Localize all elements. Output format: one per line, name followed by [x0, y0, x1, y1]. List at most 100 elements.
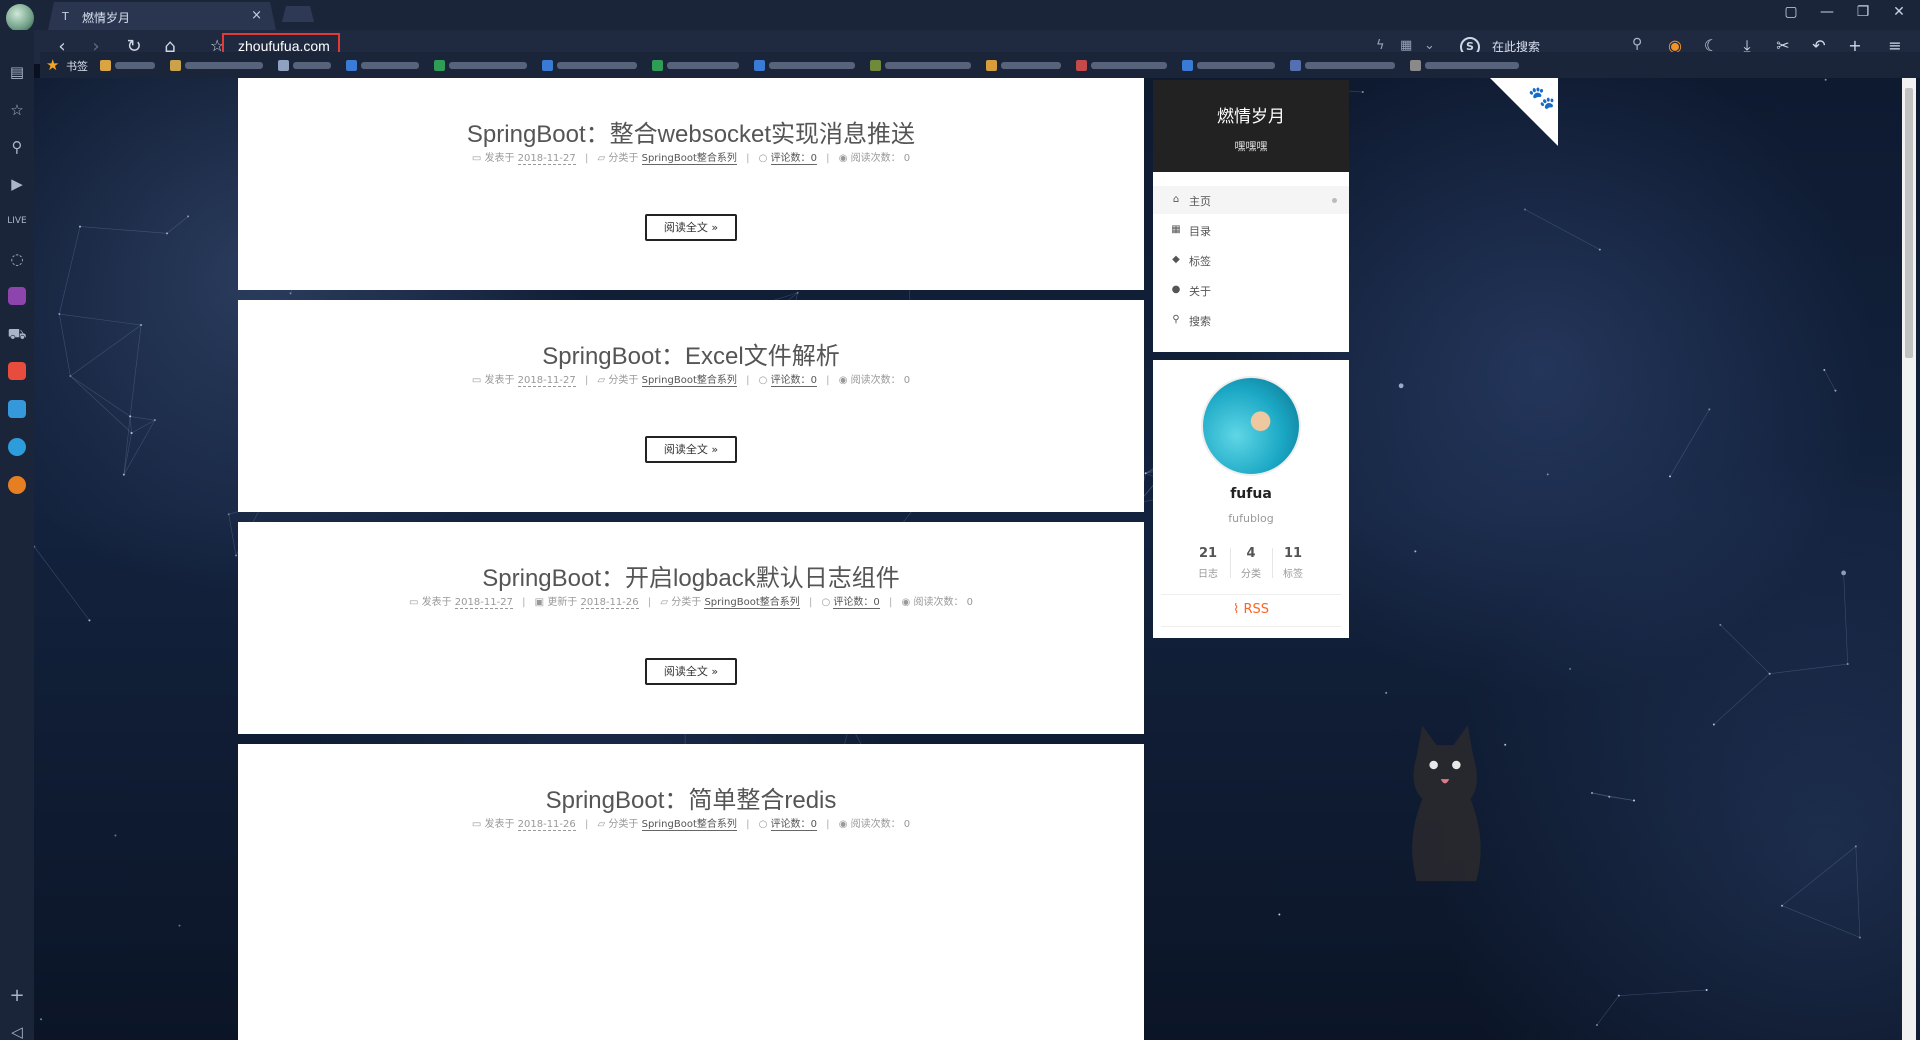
menu-item-tags[interactable]: ◆ 标签	[1153, 246, 1349, 274]
updated-label: 更新于	[547, 597, 578, 608]
category-link[interactable]: SpringBoot整合系列	[641, 375, 737, 387]
bookmark-item[interactable]	[1182, 59, 1275, 71]
posted-label: 发表于	[484, 375, 515, 386]
star-dot	[1385, 691, 1388, 694]
posted-date: 2018-11-27	[454, 597, 513, 609]
constellation-line	[1596, 995, 1620, 1026]
user-avatar[interactable]	[6, 4, 34, 32]
menu-item-about[interactable]: ● 关于	[1153, 276, 1349, 304]
constellation-line	[166, 216, 189, 234]
minimize-button[interactable]: —	[1812, 4, 1842, 20]
game-icon[interactable]	[8, 476, 26, 494]
comments-link[interactable]: 评论数：0	[770, 819, 817, 831]
stat-categories[interactable]: 4 分类	[1230, 546, 1272, 580]
views-count: 0	[966, 597, 974, 608]
post-title[interactable]: SpringBoot：整合websocket实现消息推送	[238, 114, 1144, 149]
author-name: fufua	[1230, 486, 1272, 502]
dropdown-icon[interactable]: ⌄	[1424, 38, 1435, 53]
cart-icon[interactable]: ⛟	[7, 324, 27, 344]
constellation-line	[70, 375, 131, 417]
stat-tags[interactable]: 11 标签	[1272, 546, 1314, 580]
comments-link[interactable]: 评论数：0	[833, 597, 880, 609]
comment-icon: ○	[758, 819, 768, 830]
restore-button[interactable]: ❐	[1848, 4, 1878, 20]
calendar-icon: ▭	[471, 153, 482, 164]
close-window-button[interactable]: ✕	[1884, 4, 1914, 20]
bookmark-item[interactable]	[1410, 59, 1519, 71]
bookmark-favicon-icon	[542, 59, 553, 71]
constellation-line	[1720, 624, 1770, 674]
tab-title: 燃情岁月	[82, 11, 131, 25]
read-more-button[interactable]: 阅读全文 »	[645, 436, 737, 463]
bookmark-item[interactable]	[1290, 59, 1395, 71]
constellation-line	[70, 375, 132, 434]
bookmark-item[interactable]	[278, 59, 331, 71]
comments-link[interactable]: 评论数：0	[770, 375, 817, 387]
post-title[interactable]: SpringBoot：Excel文件解析	[238, 336, 1144, 371]
stat-posts[interactable]: 21 日志	[1187, 546, 1229, 580]
flash-icon[interactable]: ϟ	[1376, 38, 1385, 53]
browser-icon[interactable]	[8, 438, 26, 456]
bookmark-item[interactable]	[434, 59, 527, 71]
menu-item-catalog[interactable]: ▦ 目录	[1153, 216, 1349, 244]
close-tab-icon[interactable]: ×	[251, 8, 262, 23]
add-icon[interactable]: +	[7, 986, 27, 1006]
constellation-line	[59, 313, 142, 326]
qr-icon[interactable]: ▦	[1400, 38, 1412, 53]
video-icon[interactable]: ▶	[7, 174, 27, 194]
scrollbar-thumb[interactable]	[1905, 88, 1913, 358]
bookmark-favicon-icon	[170, 59, 181, 71]
collapse-icon[interactable]: ◁	[7, 1022, 27, 1040]
menu-item-search[interactable]: ⚲ 搜索	[1153, 306, 1349, 334]
search-icon[interactable]: ⚲	[1632, 36, 1642, 52]
user-icon: ●	[1171, 284, 1181, 295]
constellation-line	[1524, 209, 1600, 250]
bookmark-item[interactable]	[1076, 59, 1167, 71]
rss-icon: ⌇	[1232, 602, 1240, 617]
site-title[interactable]: 燃情岁月	[1153, 102, 1349, 127]
menu-item-home[interactable]: ⌂ 主页	[1153, 186, 1349, 214]
bookmark-item[interactable]	[986, 59, 1061, 71]
live-icon[interactable]: LIVE	[7, 211, 27, 231]
bookmarks-label[interactable]: 书签	[66, 58, 88, 74]
search-icon[interactable]: ⚲	[7, 137, 27, 157]
bookmark-item[interactable]	[100, 59, 155, 71]
bookmark-item[interactable]	[542, 59, 637, 71]
stocks-icon[interactable]	[8, 362, 26, 380]
post-title[interactable]: SpringBoot：开启logback默认日志组件	[238, 558, 1144, 593]
category-link[interactable]: SpringBoot整合系列	[641, 153, 737, 165]
category-link[interactable]: SpringBoot整合系列	[704, 597, 800, 609]
comments-link[interactable]: 评论数：0	[770, 153, 817, 165]
news-icon[interactable]: ▤	[7, 62, 27, 82]
new-tab-button[interactable]	[282, 6, 314, 22]
category-link[interactable]: SpringBoot整合系列	[641, 819, 737, 831]
bookmark-favicon-icon	[434, 59, 445, 71]
bookmark-item[interactable]	[170, 59, 263, 71]
read-more-button[interactable]: 阅读全文 »	[645, 658, 737, 685]
chat-icon[interactable]: ◌	[7, 249, 27, 269]
bookmark-item[interactable]	[652, 59, 739, 71]
star-dot	[1504, 743, 1507, 746]
weather-icon[interactable]	[8, 400, 26, 418]
left-sidebar: ▤ ☆ ⚲ ▶ LIVE ◌ ⛟ + ◁	[0, 30, 34, 1040]
bookmark-item[interactable]	[346, 59, 419, 71]
comment-icon: ○	[821, 597, 831, 608]
browser-tab[interactable]: T 燃情岁月 ×	[48, 2, 276, 30]
calendar-icon: ▭	[408, 597, 419, 608]
skin-icon[interactable]: ▢	[1776, 4, 1806, 20]
constellation-line	[70, 324, 142, 377]
menu-item-label: 标签	[1189, 255, 1211, 268]
translate-icon[interactable]	[8, 287, 26, 305]
comment-icon: ○	[758, 375, 768, 386]
read-more-button[interactable]: 阅读全文 »	[645, 214, 737, 241]
constellation-line	[1591, 792, 1610, 798]
bookmark-item[interactable]	[870, 59, 971, 71]
category-label: 分类于	[608, 819, 639, 830]
star-icon[interactable]: ☆	[7, 100, 27, 120]
bookmark-item[interactable]	[754, 59, 855, 71]
eye-icon: ◉	[838, 375, 848, 386]
post-title[interactable]: SpringBoot：简单整合redis	[238, 780, 1144, 815]
github-octocat-icon[interactable]: 🐾	[1528, 86, 1555, 111]
rss-link[interactable]: ⌇ RSS	[1153, 602, 1349, 617]
star-dot	[1546, 473, 1549, 476]
